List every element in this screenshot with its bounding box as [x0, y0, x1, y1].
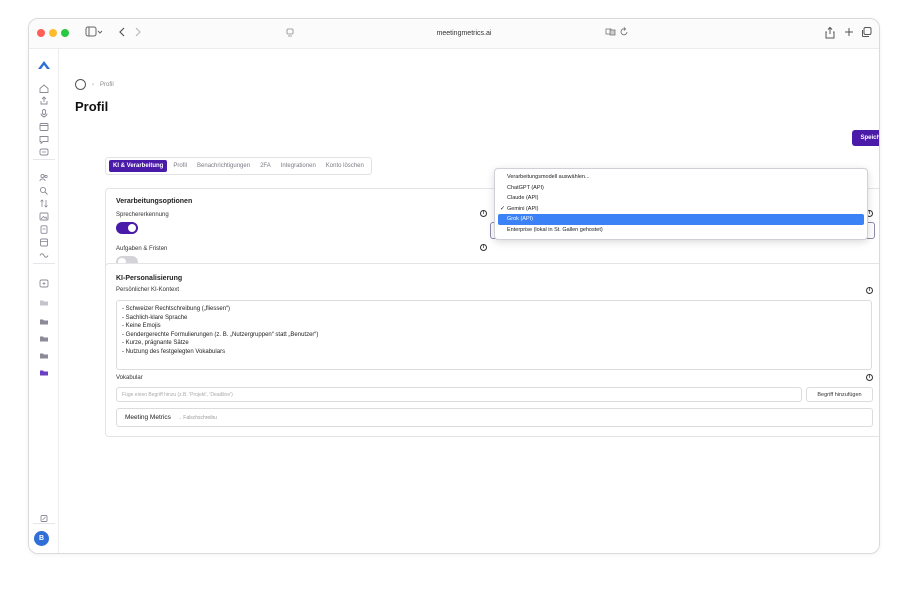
- settings-icon[interactable]: [39, 510, 49, 522]
- dropdown-option-label: Grok (API): [507, 216, 533, 223]
- maximize-window-button[interactable]: [61, 29, 69, 37]
- context-line: - Keine Emojis: [122, 323, 161, 330]
- save-button[interactable]: Speichern: [852, 130, 879, 146]
- speaker-label: Sprechererkennung: [116, 212, 169, 218]
- breadcrumb: › Profil: [75, 79, 114, 90]
- dropdown-option[interactable]: Verarbeitungsmodell auswählen...: [498, 172, 864, 183]
- tab-3[interactable]: 2FA: [256, 160, 275, 172]
- dropdown-option[interactable]: ChatGPT (API): [498, 183, 864, 194]
- dropdown-option[interactable]: Enterprise (lokal in St. Gallen gehostet…: [498, 225, 864, 236]
- sidebar-toggle-icon[interactable]: [85, 26, 103, 43]
- add-folder-icon[interactable]: [39, 275, 49, 288]
- folder-icon[interactable]: [39, 346, 49, 359]
- sidebar-divider: [33, 159, 55, 160]
- home-icon[interactable]: [75, 79, 86, 90]
- dropdown-option-label: Claude (API): [507, 195, 539, 202]
- browser-window: meetingmetrics.ai B › Profil Profil Spei…: [28, 18, 880, 554]
- template-icon[interactable]: [39, 234, 49, 247]
- context-line: - Nutzung des festgelegten Vokabulars: [122, 348, 226, 355]
- back-icon[interactable]: [117, 26, 127, 43]
- app-sidebar: B: [29, 49, 59, 553]
- microphone-icon[interactable]: [39, 105, 49, 118]
- avatar[interactable]: B: [34, 531, 49, 546]
- add-term-button[interactable]: Begriff hinzufügen: [806, 387, 873, 402]
- chat-icon[interactable]: [39, 131, 49, 145]
- dropdown-option[interactable]: Grok (API): [498, 214, 864, 225]
- info-icon[interactable]: i: [480, 244, 487, 251]
- dropdown-option-label: Verarbeitungsmodell auswählen...: [507, 174, 590, 180]
- checkmark-icon: ✓: [500, 205, 506, 212]
- dropdown-option-label: ChatGPT (API): [507, 184, 544, 191]
- tab-2[interactable]: Benachrichtigungen: [193, 160, 254, 172]
- personalization-card: KI-Personalisierung Persönlicher KI-Kont…: [105, 263, 879, 437]
- info-icon[interactable]: i: [866, 374, 873, 381]
- sort-icon[interactable]: [39, 195, 49, 208]
- folder-icon[interactable]: [39, 312, 49, 325]
- context-line: - Gendergerechte Formulierungen (z. B. „…: [122, 331, 319, 338]
- dropdown-option[interactable]: ✓ Gemini (API): [498, 204, 864, 215]
- chevron-right-icon: ›: [92, 81, 94, 88]
- minimize-window-button[interactable]: [49, 29, 57, 37]
- dropdown-option-label: Enterprise (lokal in St. Gallen gehostet…: [507, 226, 603, 233]
- vocab-term-wrong: → Falschschreibu: [176, 415, 217, 421]
- main-content: › Profil Profil Speichern KI & Verarbeit…: [60, 49, 879, 553]
- share-icon[interactable]: [824, 26, 836, 45]
- calendar-icon[interactable]: [39, 118, 49, 131]
- messages-icon[interactable]: [39, 144, 49, 156]
- context-line: - Schweizer Rechtschreibung („fliessen“): [122, 306, 231, 312]
- vocab-term[interactable]: Meeting Metrics → Falschschreibu: [116, 408, 873, 427]
- close-window-button[interactable]: [37, 29, 45, 37]
- vocab-input[interactable]: Füge einen Begriff hinzu (z.B. 'Projekt'…: [116, 387, 802, 402]
- context-line: - Sachlich-klare Sprache: [122, 314, 188, 321]
- sidebar-divider: [33, 523, 55, 524]
- context-line: - Kurze, prägnante Sätze: [122, 340, 189, 347]
- users-icon[interactable]: [39, 169, 49, 182]
- document-icon[interactable]: [39, 221, 49, 234]
- home-icon[interactable]: [39, 80, 49, 93]
- app-logo[interactable]: [37, 57, 51, 75]
- tab-1[interactable]: Profil: [169, 160, 191, 172]
- image-icon[interactable]: [39, 208, 49, 221]
- tab-5[interactable]: Konto löschen: [322, 160, 368, 172]
- dropdown-option[interactable]: Claude (API): [498, 193, 864, 204]
- info-icon[interactable]: i: [866, 287, 873, 294]
- upload-icon[interactable]: [39, 92, 49, 105]
- sidebar-divider: [33, 263, 55, 264]
- speaker-toggle[interactable]: [116, 222, 138, 234]
- personalization-title: KI-Personalisierung: [116, 275, 183, 282]
- browser-titlebar: meetingmetrics.ai: [29, 19, 879, 49]
- dropdown-option-label: Gemini (API): [507, 205, 539, 212]
- folder-icon[interactable]: [39, 363, 49, 376]
- tasks-label: Aufgaben & Fristen: [116, 246, 168, 252]
- tab-4[interactable]: Integrationen: [277, 160, 320, 172]
- context-label: Persönlicher KI-Kontext: [116, 287, 180, 293]
- reload-icon[interactable]: [619, 26, 629, 43]
- settings-tabs: KI & Verarbeitung Profil Benachrichtigunge…: [105, 157, 372, 175]
- tab-overview-icon[interactable]: [861, 26, 873, 43]
- context-textarea[interactable]: - Schweizer Rechtschreibung („fliessen“)…: [116, 300, 872, 370]
- page-title: Profil: [75, 99, 109, 114]
- address-bar[interactable]: meetingmetrics.ai: [289, 24, 639, 44]
- model-dropdown: Verarbeitungsmodell auswählen... ChatGPT …: [494, 168, 868, 240]
- tab-0[interactable]: KI & Verarbeitung: [109, 160, 168, 172]
- new-tab-icon[interactable]: [843, 26, 855, 43]
- search-icon[interactable]: [39, 182, 49, 195]
- info-icon[interactable]: i: [480, 210, 487, 217]
- breadcrumb-current: Profil: [100, 81, 114, 88]
- vocab-label: Vokabular: [116, 375, 143, 381]
- folder-icon[interactable]: [39, 329, 49, 342]
- forward-icon[interactable]: [133, 26, 143, 43]
- processing-options-title: Verarbeitungsoptionen: [116, 198, 193, 205]
- integrations-icon[interactable]: [39, 247, 49, 258]
- folder-icon[interactable]: [39, 293, 49, 306]
- translate-icon[interactable]: [605, 26, 617, 43]
- vocab-term-label: Meeting Metrics: [125, 414, 171, 421]
